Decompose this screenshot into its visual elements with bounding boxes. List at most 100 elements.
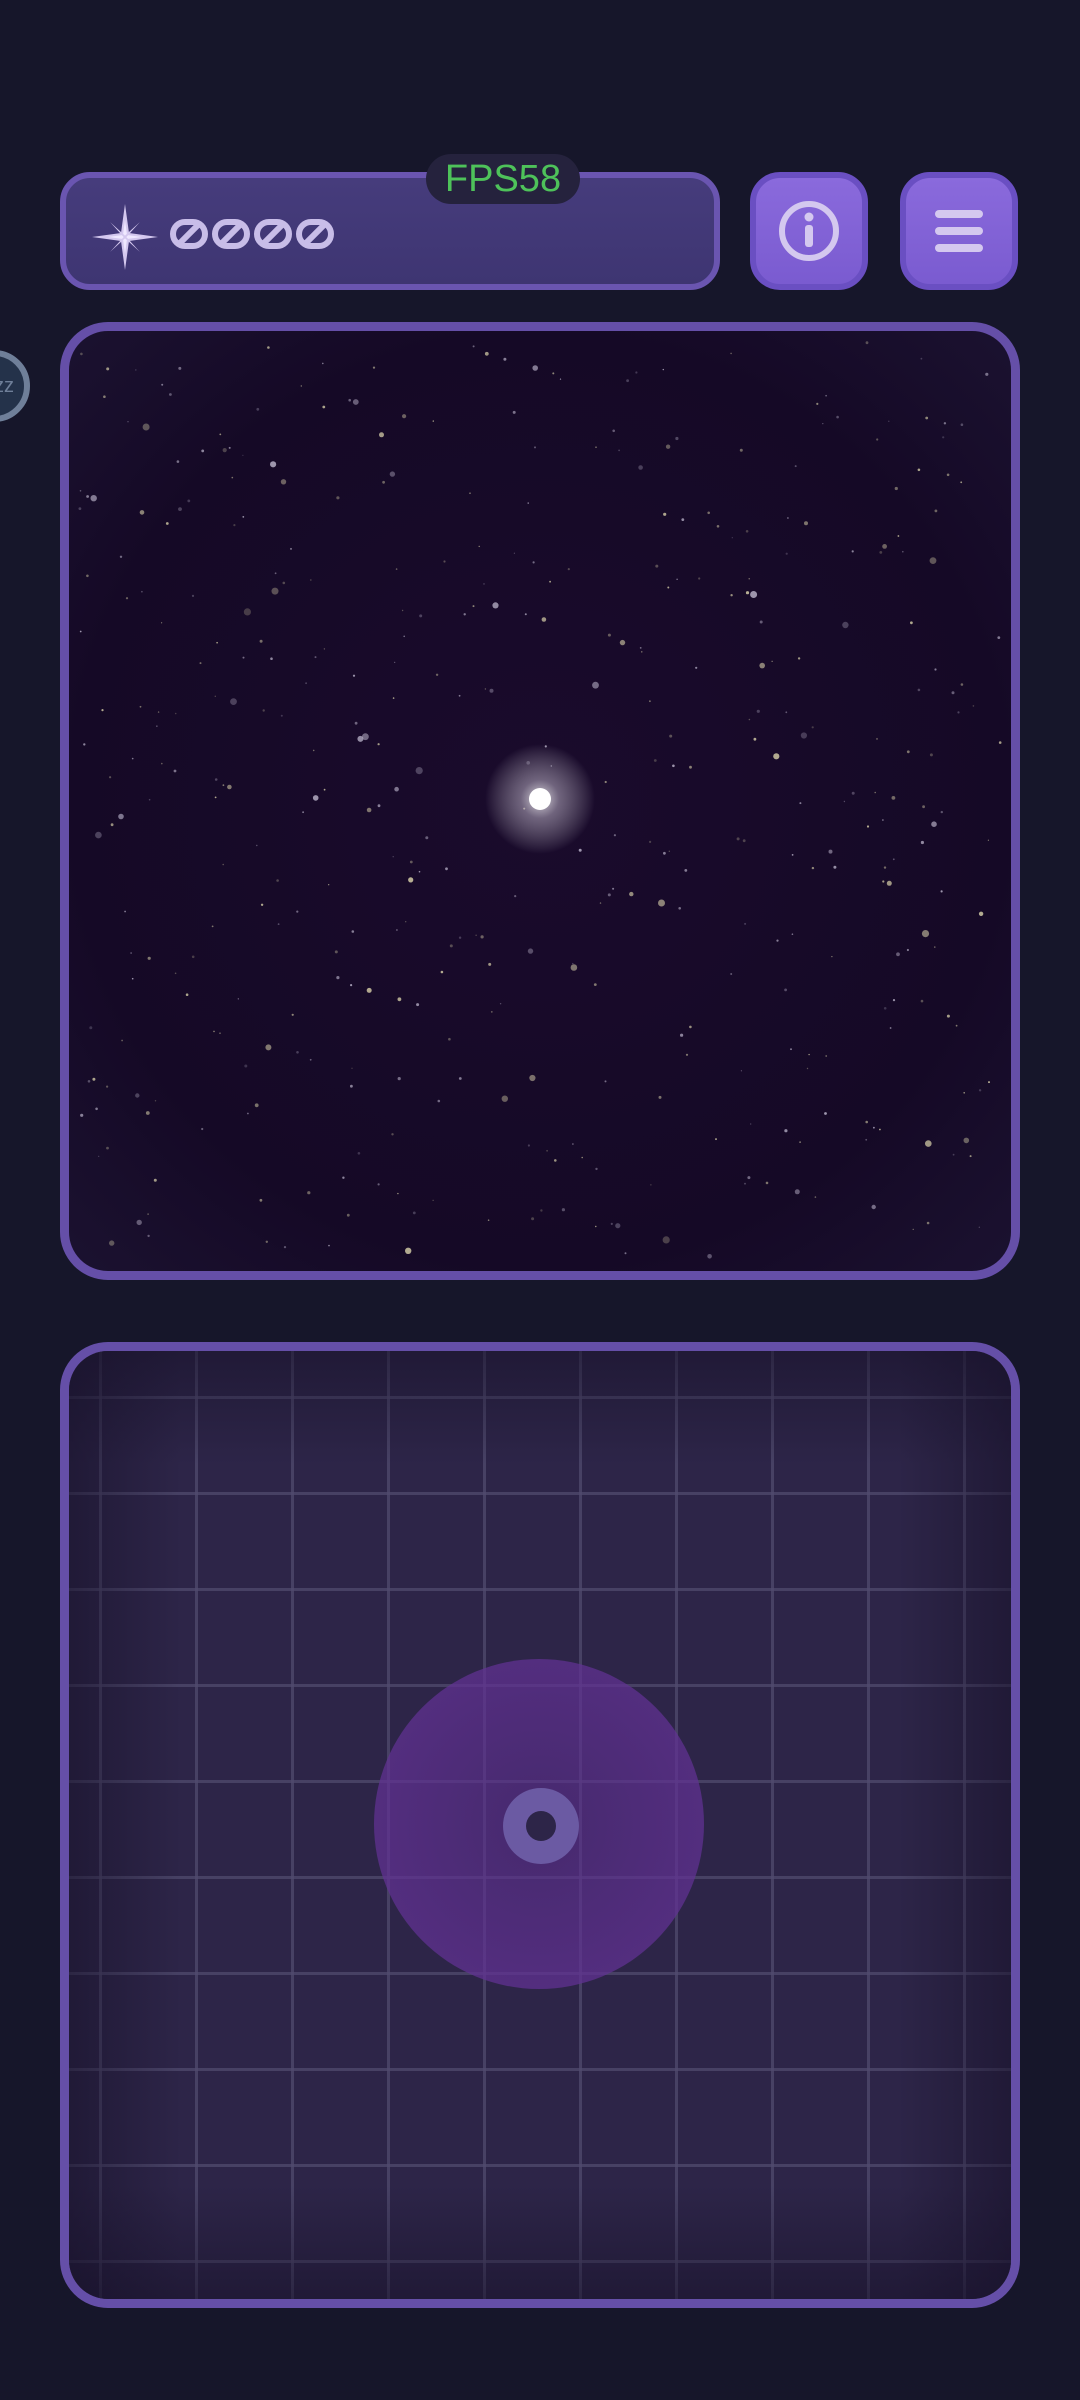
star [130,952,132,954]
star [265,1044,272,1051]
star [247,1112,249,1115]
joystick-knob[interactable] [503,1788,579,1864]
star [488,962,492,966]
fps-counter: FPS58 [426,154,580,204]
star [366,807,372,813]
star [472,345,475,348]
star [667,586,670,589]
joystick-area[interactable] [60,1342,1020,2308]
star [910,621,913,625]
star [334,950,338,954]
star [730,973,733,975]
star [435,673,439,676]
star [892,999,896,1002]
star [794,1189,800,1195]
star [157,711,160,713]
star [685,1053,689,1056]
star [618,449,620,452]
star [176,460,180,463]
star [296,1051,299,1054]
star [920,999,924,1003]
menu-button[interactable] [900,172,1018,290]
star [920,840,925,845]
star [267,346,270,349]
star [80,352,83,356]
star [280,479,287,485]
star [649,700,651,703]
star [748,578,750,580]
star [906,948,910,952]
star [480,935,484,939]
star [514,895,517,898]
star [449,944,453,948]
star [314,656,317,659]
star [233,524,236,527]
star [415,767,423,775]
star [599,902,602,904]
star [843,800,846,803]
star [639,647,642,649]
star [925,416,929,420]
star [377,1183,380,1186]
star [389,471,396,477]
star [322,362,324,365]
star [865,341,869,345]
star [641,651,643,653]
star [593,983,597,986]
star [336,976,340,980]
star [106,1085,109,1088]
star [972,705,975,707]
star [960,481,963,484]
star [214,796,217,799]
star [101,709,104,712]
star [744,1182,746,1185]
star [873,1126,875,1129]
info-button[interactable] [750,172,868,290]
star [191,955,195,959]
star [161,622,163,624]
star [227,784,232,790]
star [906,750,910,754]
star [626,379,629,383]
hamburger-menu-icon [935,210,983,252]
star [698,577,701,580]
star [260,903,264,906]
star [552,372,555,375]
star [663,851,666,855]
star [135,369,137,371]
star [169,393,172,396]
star [78,507,82,510]
star [397,1077,401,1081]
star [707,1254,712,1259]
star [322,405,326,409]
star [665,444,671,449]
star [201,1127,204,1131]
star [348,398,352,402]
star [499,1003,502,1005]
star [613,834,617,837]
star [882,819,884,821]
star [271,587,279,595]
star [408,877,414,883]
sleep-badge[interactable]: zz [0,350,30,422]
star [527,1144,530,1147]
star [222,863,224,866]
star [484,351,489,356]
star [242,516,245,518]
star [940,810,943,814]
star [489,688,494,693]
star [610,1222,613,1225]
star [401,609,404,612]
star [309,1058,312,1061]
star [147,1234,150,1238]
game-viewport[interactable] [60,322,1020,1280]
star [187,499,191,503]
star [934,509,938,513]
star [90,495,97,502]
star [787,517,789,519]
star [125,597,129,600]
star [362,733,369,741]
star [270,657,273,660]
star [549,580,551,583]
star [629,891,634,897]
